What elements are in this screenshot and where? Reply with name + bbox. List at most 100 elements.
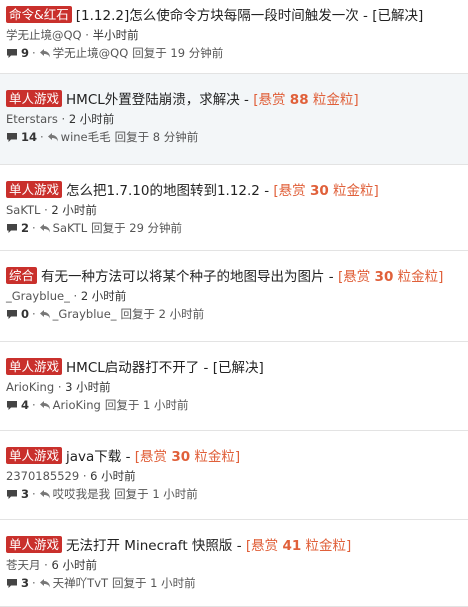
reward-label: [悬赏 30 粒金粒] bbox=[338, 269, 443, 285]
topic-stats: 2 · SaKTL 回复于 29 分钟前 bbox=[6, 219, 462, 237]
meta-dot: · bbox=[44, 203, 48, 217]
posted-time: 2 小时前 bbox=[51, 203, 97, 217]
topic-title[interactable]: 怎么把1.7.10的地图转到1.12.2 bbox=[66, 183, 260, 199]
replied-time: 回复于 19 分钟前 bbox=[132, 46, 224, 60]
author-name[interactable]: ArioKing bbox=[6, 380, 54, 394]
reward-amount: 30 bbox=[309, 183, 329, 199]
replied-time: 回复于 29 分钟前 bbox=[91, 221, 183, 235]
category-tag[interactable]: 命令&红石 bbox=[6, 6, 72, 23]
author-name[interactable]: _Grayblue_ bbox=[6, 289, 70, 303]
topic-meta: 2370185529 · 6 小时前 bbox=[6, 467, 462, 485]
title-separator: - bbox=[259, 183, 274, 199]
comment-icon bbox=[7, 400, 17, 410]
last-replier[interactable]: wine毛毛 bbox=[61, 128, 111, 146]
topic-row: 单人游戏 HMCL外置登陆崩溃，求解决 - [悬赏 88 粒金粒] Etersta… bbox=[0, 74, 468, 165]
category-tag[interactable]: 单人游戏 bbox=[6, 358, 63, 375]
last-replier[interactable]: 哎哎我是我 bbox=[53, 485, 111, 503]
reward-prefix: [悬赏 bbox=[337, 269, 375, 285]
comment-icon bbox=[7, 578, 17, 588]
reply-count: 4 bbox=[21, 398, 30, 412]
meta-dot: · bbox=[85, 28, 89, 42]
replied-time: 回复于 1 小时前 bbox=[114, 487, 198, 501]
topic-meta: Eterstars · 2 小时前 bbox=[6, 110, 462, 128]
topic-row: 单人游戏 无法打开 Minecraft 快照版 - [悬赏 41 粒金粒] 苍天月… bbox=[0, 520, 468, 607]
title-separator: - bbox=[199, 360, 213, 376]
topic-row: 单人游戏 怎么把1.7.10的地图转到1.12.2 - [悬赏 30 粒金粒] S… bbox=[0, 165, 468, 251]
reward-suffix: 粒金粒] bbox=[301, 538, 352, 554]
topic-title[interactable]: HMCL外置登陆崩溃，求解决 bbox=[66, 92, 240, 108]
category-tag[interactable]: 综合 bbox=[6, 267, 38, 284]
comment-icon bbox=[7, 489, 17, 499]
topic-title-line: 单人游戏 HMCL启动器打不开了 - [已解决] bbox=[6, 358, 462, 378]
topic-title-line: 综合 有无一种方法可以将某个种子的地图导出为图片 - [悬赏 30 粒金粒] bbox=[6, 267, 462, 287]
last-replier[interactable]: 天禅吖TvT bbox=[53, 574, 108, 592]
topic-title-line: 单人游戏 无法打开 Minecraft 快照版 - [悬赏 41 粒金粒] bbox=[6, 536, 462, 556]
topic-meta: 苍天月 · 6 小时前 bbox=[6, 556, 462, 574]
replied-time: 回复于 1 小时前 bbox=[112, 576, 196, 590]
title-separator: - bbox=[324, 269, 338, 285]
topic-stats: 3 · 哎哎我是我 回复于 1 小时前 bbox=[6, 485, 462, 503]
stats-dot: · bbox=[32, 576, 36, 590]
reply-icon bbox=[39, 49, 50, 58]
title-separator: - bbox=[239, 92, 254, 108]
topic-row: 命令&红石 [1.12.2]怎么使命令方块每隔一段时间触发一次 - [已解决] 学… bbox=[0, 0, 468, 74]
topic-title-line: 单人游戏 HMCL外置登陆崩溃，求解决 - [悬赏 88 粒金粒] bbox=[6, 90, 462, 110]
status-badge: [已解决] bbox=[212, 360, 264, 376]
author-name[interactable]: Eterstars bbox=[6, 112, 58, 126]
topic-title[interactable]: [1.12.2]怎么使命令方块每隔一段时间触发一次 bbox=[76, 8, 359, 24]
reward-suffix: 粒金粒] bbox=[328, 183, 379, 199]
category-tag[interactable]: 单人游戏 bbox=[6, 181, 63, 198]
meta-dot: · bbox=[61, 112, 66, 126]
topic-meta: _Grayblue_ · 2 小时前 bbox=[6, 287, 462, 305]
meta-dot: · bbox=[73, 289, 78, 303]
last-replier[interactable]: 学无止境@QQ bbox=[53, 44, 129, 62]
reward-amount: 88 bbox=[289, 92, 309, 108]
meta-dot: · bbox=[82, 469, 87, 483]
reward-amount: 30 bbox=[374, 269, 394, 285]
reply-icon bbox=[47, 133, 58, 142]
reward-label: [悬赏 30 粒金粒] bbox=[135, 449, 240, 465]
stats-dot: · bbox=[32, 46, 36, 60]
topic-row: 单人游戏 java下载 - [悬赏 30 粒金粒] 2370185529 · 6 … bbox=[0, 431, 468, 520]
reply-icon bbox=[39, 401, 50, 410]
stats-dot: · bbox=[32, 221, 36, 235]
last-replier[interactable]: SaKTL bbox=[53, 219, 87, 237]
reply-count: 0 bbox=[21, 307, 30, 321]
author-name[interactable]: 学无止境@QQ bbox=[6, 28, 82, 42]
comment-icon bbox=[7, 132, 17, 142]
title-separator: - bbox=[232, 538, 246, 554]
stats-dot: · bbox=[40, 130, 44, 144]
reply-icon bbox=[39, 224, 50, 233]
status-badge: [已解决] bbox=[372, 8, 424, 24]
reward-prefix: [悬赏 bbox=[134, 449, 172, 465]
comment-icon bbox=[7, 48, 17, 58]
author-name[interactable]: SaKTL bbox=[6, 203, 40, 217]
reply-count: 14 bbox=[21, 130, 38, 144]
reply-icon bbox=[39, 310, 50, 319]
topic-stats: 14 · wine毛毛 回复于 8 分钟前 bbox=[6, 128, 462, 146]
posted-time: 2 小时前 bbox=[80, 289, 127, 303]
topic-meta: SaKTL · 2 小时前 bbox=[6, 201, 462, 219]
category-tag[interactable]: 单人游戏 bbox=[6, 90, 63, 107]
topic-title[interactable]: HMCL启动器打不开了 bbox=[66, 360, 199, 376]
posted-time: 2 小时前 bbox=[68, 112, 115, 126]
category-tag[interactable]: 单人游戏 bbox=[6, 536, 63, 553]
last-replier[interactable]: ArioKing bbox=[53, 396, 101, 414]
posted-time: 6 小时前 bbox=[51, 558, 97, 572]
category-tag[interactable]: 单人游戏 bbox=[6, 447, 63, 464]
title-separator: - bbox=[358, 8, 373, 24]
author-name[interactable]: 2370185529 bbox=[6, 469, 79, 483]
last-replier[interactable]: _Grayblue_ bbox=[53, 305, 117, 323]
reward-suffix: 粒金粒] bbox=[190, 449, 241, 465]
reward-prefix: [悬赏 bbox=[245, 538, 283, 554]
topic-stats: 4 · ArioKing 回复于 1 小时前 bbox=[6, 396, 462, 414]
topic-list: 命令&红石 [1.12.2]怎么使命令方块每隔一段时间触发一次 - [已解决] 学… bbox=[0, 0, 468, 607]
topic-title[interactable]: 无法打开 Minecraft 快照版 bbox=[66, 538, 232, 554]
topic-title[interactable]: 有无一种方法可以将某个种子的地图导出为图片 bbox=[41, 269, 325, 285]
reward-label: [悬赏 88 粒金粒] bbox=[253, 92, 358, 108]
author-name[interactable]: 苍天月 bbox=[6, 558, 41, 572]
topic-title[interactable]: java下载 bbox=[66, 449, 121, 465]
reward-prefix: [悬赏 bbox=[253, 92, 290, 108]
reply-count: 3 bbox=[21, 576, 30, 590]
topic-title-line: 单人游戏 java下载 - [悬赏 30 粒金粒] bbox=[6, 447, 462, 467]
